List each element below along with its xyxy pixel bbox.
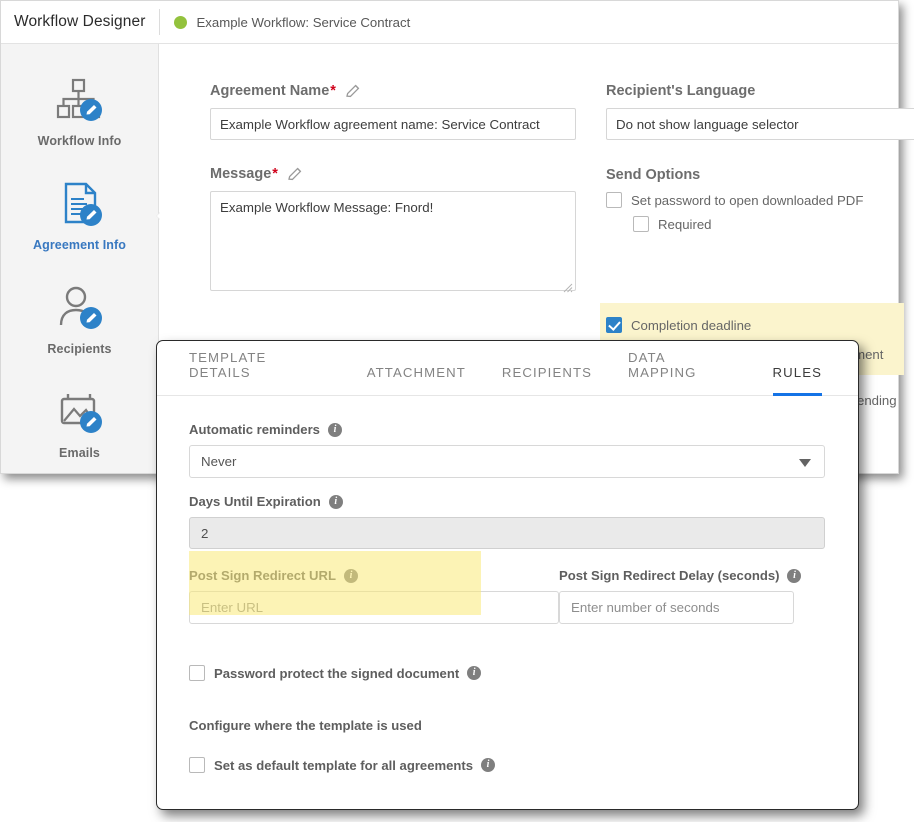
post-sign-redirect-delay-input[interactable]: Enter number of seconds <box>559 591 794 624</box>
post-sign-redirect-delay-group: Post Sign Redirect Delay (seconds) i Ent… <box>559 568 826 624</box>
set-as-default-checkbox[interactable] <box>189 757 205 773</box>
automatic-reminders-label-text: Automatic reminders <box>189 422 320 437</box>
person-edit-icon <box>53 284 107 334</box>
status-dot-icon <box>174 15 188 29</box>
tab-attachment[interactable]: ATTACHMENT <box>367 365 466 396</box>
rules-tab-panel: Automatic reminders i Never Days Until E… <box>157 396 858 809</box>
obscured-text-ending: ending <box>857 393 897 408</box>
tab-template-details[interactable]: TEMPLATE DETAILS <box>189 350 331 396</box>
recipients-language-select[interactable] <box>606 108 914 140</box>
sidebar-item-workflow-info[interactable]: Workflow Info <box>1 60 158 164</box>
sidebar-item-label: Workflow Info <box>37 134 122 148</box>
automatic-reminders-value: Never <box>201 454 237 469</box>
configure-template-title: Configure where the template is used <box>189 718 422 733</box>
sidebar-item-emails[interactable]: Emails <box>1 372 158 476</box>
completion-deadline-checkbox-row[interactable]: Completion deadline <box>606 317 906 333</box>
info-icon[interactable]: i <box>467 666 482 680</box>
sidebar-item-recipients[interactable]: Recipients <box>1 268 158 372</box>
workflow-name: Example Workflow: Service Contract <box>196 14 411 30</box>
info-icon[interactable]: i <box>787 568 802 583</box>
days-until-expiration-value: 2 <box>201 525 209 541</box>
post-sign-redirect-url-label-text: Post Sign Redirect URL <box>189 568 336 583</box>
password-protect-checkbox[interactable] <box>189 665 205 681</box>
post-sign-redirect-url-group: Post Sign Redirect URL i Enter URL <box>189 568 559 624</box>
set-password-checkbox-row[interactable]: Set password to open downloaded PDF <box>606 192 914 208</box>
post-sign-redirect-url-placeholder: Enter URL <box>201 600 264 615</box>
set-as-default-label: Set as default template for all agreemen… <box>214 757 474 773</box>
dialog-tab-bar: TEMPLATE DETAILS ATTACHMENT RECIPIENTS D… <box>157 341 858 396</box>
days-until-expiration-label: Days Until Expiration i <box>189 494 826 509</box>
required-checkbox[interactable] <box>633 216 649 232</box>
redirect-row: Post Sign Redirect URL i Enter URL Post … <box>189 568 826 624</box>
document-edit-icon <box>53 180 107 230</box>
automatic-reminders-label: Automatic reminders i <box>189 422 826 437</box>
completion-deadline-checkbox[interactable] <box>606 317 622 333</box>
required-label: Required <box>658 216 712 232</box>
agreement-name-label: Agreement Name * <box>210 83 576 99</box>
email-image-edit-icon <box>53 388 107 438</box>
sidebar: Workflow Info Agreement Info Recipients … <box>1 44 168 476</box>
required-checkbox-row[interactable]: Required <box>633 216 914 232</box>
message-textarea[interactable] <box>210 191 576 291</box>
agreement-name-input[interactable] <box>210 108 576 140</box>
right-column: Recipient's Language Send Options Set pa… <box>606 83 914 240</box>
password-protect-label: Password protect the signed document <box>214 665 460 681</box>
send-options-title: Send Options <box>606 167 701 183</box>
completion-deadline-label: Completion deadline <box>631 317 752 333</box>
automatic-reminders-select[interactable]: Never <box>189 445 825 478</box>
message-label: Message * <box>210 166 576 182</box>
days-until-expiration-label-text: Days Until Expiration <box>189 494 321 509</box>
tab-data-mapping[interactable]: DATA MAPPING <box>628 350 737 396</box>
sidebar-item-agreement-info[interactable]: Agreement Info <box>1 164 168 268</box>
set-as-default-label-wrap: Set as default template for all agreemen… <box>214 757 496 773</box>
post-sign-redirect-url-input[interactable]: Enter URL <box>189 591 559 624</box>
password-protect-label-wrap: Password protect the signed document i <box>214 665 482 681</box>
message-label-text: Message <box>210 166 272 182</box>
left-column: Agreement Name* Message* <box>210 83 576 296</box>
password-protect-checkbox-row[interactable]: Password protect the signed document i <box>189 665 826 681</box>
set-as-default-checkbox-row[interactable]: Set as default template for all agreemen… <box>189 757 826 773</box>
sidebar-item-label: Agreement Info <box>32 238 127 252</box>
info-icon[interactable]: i <box>327 422 342 437</box>
required-asterisk: * <box>330 83 336 99</box>
edit-pencil-icon[interactable] <box>345 83 361 99</box>
tab-rules[interactable]: RULES <box>772 365 822 396</box>
info-icon[interactable]: i <box>343 568 358 583</box>
chevron-down-icon[interactable] <box>799 459 811 467</box>
set-password-label: Set password to open downloaded PDF <box>631 192 864 208</box>
post-sign-redirect-delay-placeholder: Enter number of seconds <box>571 600 720 615</box>
header-divider <box>159 9 161 35</box>
sidebar-item-label: Emails <box>59 446 100 460</box>
tab-recipients[interactable]: RECIPIENTS <box>502 365 592 396</box>
sidebar-item-label: Recipients <box>47 342 112 356</box>
agreement-name-label-text: Agreement Name <box>210 83 330 99</box>
screen-root: Workflow Designer Example Workflow: Serv… <box>0 0 914 822</box>
workflow-tree-edit-icon <box>53 76 107 126</box>
app-header: Workflow Designer Example Workflow: Serv… <box>1 1 898 44</box>
info-icon[interactable]: i <box>328 494 343 509</box>
required-asterisk: * <box>272 166 278 182</box>
post-sign-redirect-url-label: Post Sign Redirect URL i <box>189 568 559 583</box>
page-title: Workflow Designer <box>14 13 146 30</box>
info-icon[interactable]: i <box>481 758 496 772</box>
recipients-language-label: Recipient's Language <box>606 83 756 99</box>
set-password-checkbox[interactable] <box>606 192 622 208</box>
edit-pencil-icon[interactable] <box>287 166 303 182</box>
post-sign-redirect-delay-label-text: Post Sign Redirect Delay (seconds) <box>559 568 780 583</box>
post-sign-redirect-delay-label: Post Sign Redirect Delay (seconds) i <box>559 568 826 583</box>
days-until-expiration-input: 2 <box>189 517 825 549</box>
template-rules-dialog: TEMPLATE DETAILS ATTACHMENT RECIPIENTS D… <box>156 340 859 810</box>
